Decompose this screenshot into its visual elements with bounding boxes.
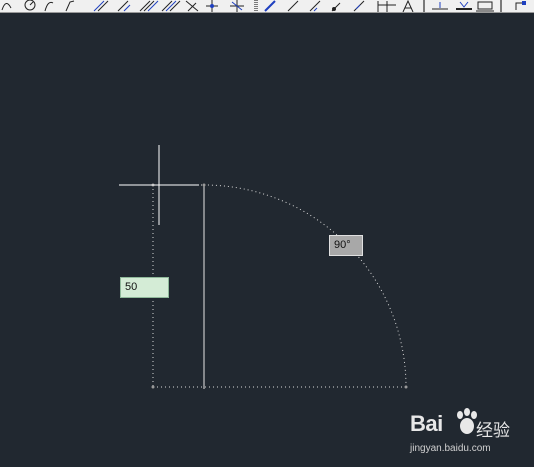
toolbar xyxy=(0,0,534,13)
watermark-url: jingyan.baidu.com xyxy=(410,443,491,454)
crosshair-icon[interactable] xyxy=(206,0,218,12)
dim-icon[interactable] xyxy=(264,0,276,12)
endpoint-marker xyxy=(151,385,155,389)
circle-icon[interactable] xyxy=(24,0,36,11)
curve-icon[interactable] xyxy=(44,1,54,12)
arc-icon[interactable] xyxy=(1,3,12,11)
hatch-icon[interactable] xyxy=(161,0,181,12)
line-icon[interactable] xyxy=(93,0,109,12)
length-input-field[interactable]: 50 xyxy=(120,277,169,298)
watermark-brand-right: 经验 xyxy=(476,421,510,440)
text-icon[interactable] xyxy=(402,0,414,12)
endpoint-marker xyxy=(404,385,408,389)
crosshair-cursor-icon xyxy=(119,145,199,225)
snap-icon[interactable] xyxy=(515,1,526,10)
dim-icon[interactable] xyxy=(309,0,321,12)
angle-input-field[interactable]: 90° xyxy=(329,235,363,256)
hatch-icon[interactable] xyxy=(139,0,159,12)
dim-icon[interactable] xyxy=(353,0,365,12)
quarter-arc-dotted xyxy=(203,184,407,388)
dim-style-icon[interactable] xyxy=(432,2,448,10)
watermark-brand-left: Bai xyxy=(410,411,443,436)
text-style-icon[interactable] xyxy=(377,1,396,12)
line-icon[interactable] xyxy=(117,0,131,12)
polyline-icon[interactable] xyxy=(65,0,75,12)
drawing-canvas[interactable] xyxy=(0,13,534,467)
dim-style-icon[interactable] xyxy=(456,1,472,10)
endpoint-marker xyxy=(202,183,206,187)
xline-icon[interactable] xyxy=(185,0,199,12)
dim-style-icon[interactable] xyxy=(476,1,494,12)
dim-icon[interactable] xyxy=(287,0,299,12)
crosshair-icon[interactable] xyxy=(230,0,244,12)
toolbar-icons-2 xyxy=(264,0,526,12)
baidu-jingyan-watermark: Bai 经验 jingyan.baidu.com xyxy=(410,403,528,457)
toolbar-separator xyxy=(254,0,258,12)
dim-icon[interactable] xyxy=(331,2,341,12)
